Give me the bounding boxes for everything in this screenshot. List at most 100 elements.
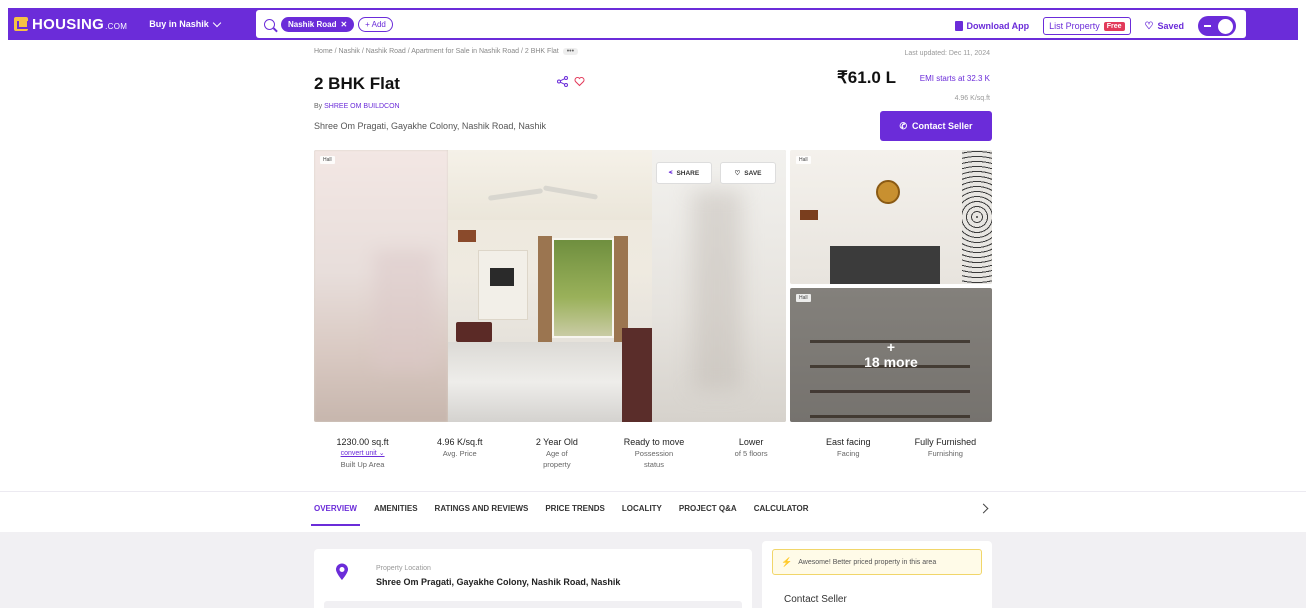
stat-possession: Ready to move Possession status (605, 437, 702, 470)
ceiling-fan (488, 188, 598, 200)
section-tabs: OVERVIEW AMENITIES RATINGS AND REVIEWS P… (311, 504, 809, 526)
share-label: SHARE (676, 169, 700, 177)
logo-suffix: .COM (105, 21, 128, 31)
last-updated: Last updated: Dec 11, 2024 (904, 50, 991, 57)
stat-value: Lower (738, 437, 764, 447)
search-chip[interactable]: Nashik Road ✕ (281, 16, 355, 32)
profile-menu[interactable] (1198, 16, 1236, 36)
page-edge (0, 0, 8, 608)
add-location-button[interactable]: + Add (358, 16, 393, 32)
save-label: SAVE (744, 169, 762, 177)
location-pin-icon (334, 563, 350, 581)
tab-ratings-and-reviews[interactable]: RATINGS AND REVIEWS (435, 504, 529, 513)
list-property-label: List Property (1049, 21, 1100, 31)
breadcrumb: Home / Nashik / Nashik Road / Apartment … (314, 48, 579, 55)
tab-project-qa[interactable]: PROJECT Q&A (679, 504, 737, 513)
heart-icon: ♡ (1144, 20, 1154, 32)
developer-byline: By SHREE OM BUILDCON (314, 103, 400, 110)
wall-clock (876, 180, 900, 204)
stat-label: Built Up Area (340, 460, 385, 469)
convert-unit-link[interactable]: convert unit ⌄ (314, 448, 411, 459)
tab-price-trends[interactable]: PRICE TRENDS (545, 504, 605, 513)
property-location-card: Property Location Shree Om Pragati, Gaya… (314, 549, 752, 608)
page-title: 2 BHK Flat (314, 74, 400, 93)
menu-icon (1204, 25, 1211, 27)
side-photo-1[interactable]: Hall (790, 150, 992, 284)
more-photos-overlay[interactable]: + 18 more (790, 288, 992, 422)
title-actions (557, 76, 585, 87)
download-icon (954, 21, 963, 31)
photo-tag: Hall (320, 156, 335, 164)
search-chip-label: Nashik Road (288, 19, 337, 29)
stat-furnishing: Fully Furnished Furnishing (897, 437, 994, 470)
blurred-photo-right (652, 150, 786, 422)
seller-card: ⚡ Awesome! Better priced property in thi… (762, 541, 992, 608)
by-prefix: By (314, 103, 325, 110)
stat-label: Facing (837, 449, 860, 458)
breadcrumb-more-button[interactable]: ••• (562, 48, 579, 55)
plus-icon: + (886, 339, 896, 355)
stat-built-up-area: 1230.00 sq.ft convert unit ⌄ Built Up Ar… (314, 437, 411, 470)
free-badge: Free (1103, 21, 1125, 31)
map-preview[interactable] (324, 601, 742, 608)
stat-value: Ready to move (623, 437, 685, 447)
stat-label: Possession status (634, 449, 674, 469)
stat-value: East facing (826, 437, 871, 447)
save-button[interactable]: ♡ SAVE (720, 162, 776, 184)
logo-mark-icon (14, 17, 29, 31)
stat-value: 1230.00 sq.ft (336, 437, 389, 447)
price-per-sqft: 4.96 K/sq.ft (954, 95, 990, 102)
chevron-right-icon[interactable] (978, 503, 989, 514)
stat-label: Avg. Price (442, 449, 477, 458)
housing-logo[interactable]: HOUSING .COM (14, 16, 127, 33)
contact-seller-button[interactable]: ✆ Contact Seller (880, 111, 992, 141)
photo-tag: Hall (796, 294, 811, 302)
heart-icon[interactable] (574, 76, 585, 87)
avatar-icon (1218, 18, 1233, 34)
share-icon: ⪪ (668, 169, 673, 176)
nav-right-actions: Download App List Property Free ♡ Saved (954, 10, 1236, 42)
blurred-photo-left (314, 150, 448, 422)
download-app-button[interactable]: Download App (954, 21, 1029, 31)
stat-value: 4.96 K/sq.ft (436, 437, 483, 447)
buy-in-dropdown[interactable]: Buy in Nashik (149, 18, 221, 29)
side-photo-2[interactable]: Hall + 18 more (790, 288, 992, 422)
emi-link[interactable]: EMI starts at 32.3 K (920, 74, 990, 83)
stat-facing: East facing Facing (800, 437, 897, 470)
share-button[interactable]: ⪪ SHARE (656, 162, 712, 184)
stat-value: 2 Year Old (535, 437, 578, 447)
stat-age: 2 Year Old Age of property (508, 437, 605, 470)
developer-link[interactable]: SHREE OM BUILDCON (324, 103, 399, 110)
tab-overview[interactable]: OVERVIEW (311, 504, 360, 526)
heart-icon: ♡ (734, 170, 741, 177)
photo-tag: Hall (796, 156, 811, 164)
stat-value: Fully Furnished (914, 437, 977, 447)
close-icon[interactable]: ✕ (340, 20, 347, 29)
property-price: ₹61.0 L (836, 68, 896, 87)
top-navbar: HOUSING .COM Buy in Nashik Nashik Road ✕… (8, 8, 1298, 40)
hall-photo (448, 150, 652, 422)
tab-locality[interactable]: LOCALITY (622, 504, 662, 513)
tab-amenities[interactable]: AMENITIES (374, 504, 418, 513)
more-photos-label: 18 more (864, 354, 918, 370)
saved-button[interactable]: ♡ Saved (1145, 21, 1185, 32)
list-property-button[interactable]: List Property Free (1043, 17, 1131, 35)
stat-label: Furnishing (927, 449, 963, 458)
contact-seller-label: Contact Seller (912, 121, 973, 131)
saved-label: Saved (1157, 21, 1184, 31)
buy-in-label: Buy in Nashik (149, 19, 209, 29)
share-icon[interactable] (557, 76, 568, 87)
main-photo[interactable]: Hall (314, 150, 786, 422)
price-insight-text: Awesome! Better priced property in this … (798, 558, 937, 566)
stat-label: Age of property (543, 449, 571, 469)
breadcrumb-text[interactable]: Home / Nashik / Nashik Road / Apartment … (314, 48, 559, 55)
tab-calculator[interactable]: CALCULATOR (754, 504, 809, 513)
stat-avg-price: 4.96 K/sq.ft Avg. Price (411, 437, 508, 470)
property-stats: 1230.00 sq.ft convert unit ⌄ Built Up Ar… (314, 437, 994, 470)
logo-text: HOUSING (32, 15, 105, 33)
chevron-down-icon (212, 18, 221, 27)
phone-icon: ✆ (899, 120, 907, 131)
price-insight-banner: ⚡ Awesome! Better priced property in thi… (772, 549, 982, 575)
stat-floor: Lower of 5 floors (703, 437, 800, 470)
search-bar[interactable]: Nashik Road ✕ + Add Download App List Pr… (256, 10, 1246, 38)
